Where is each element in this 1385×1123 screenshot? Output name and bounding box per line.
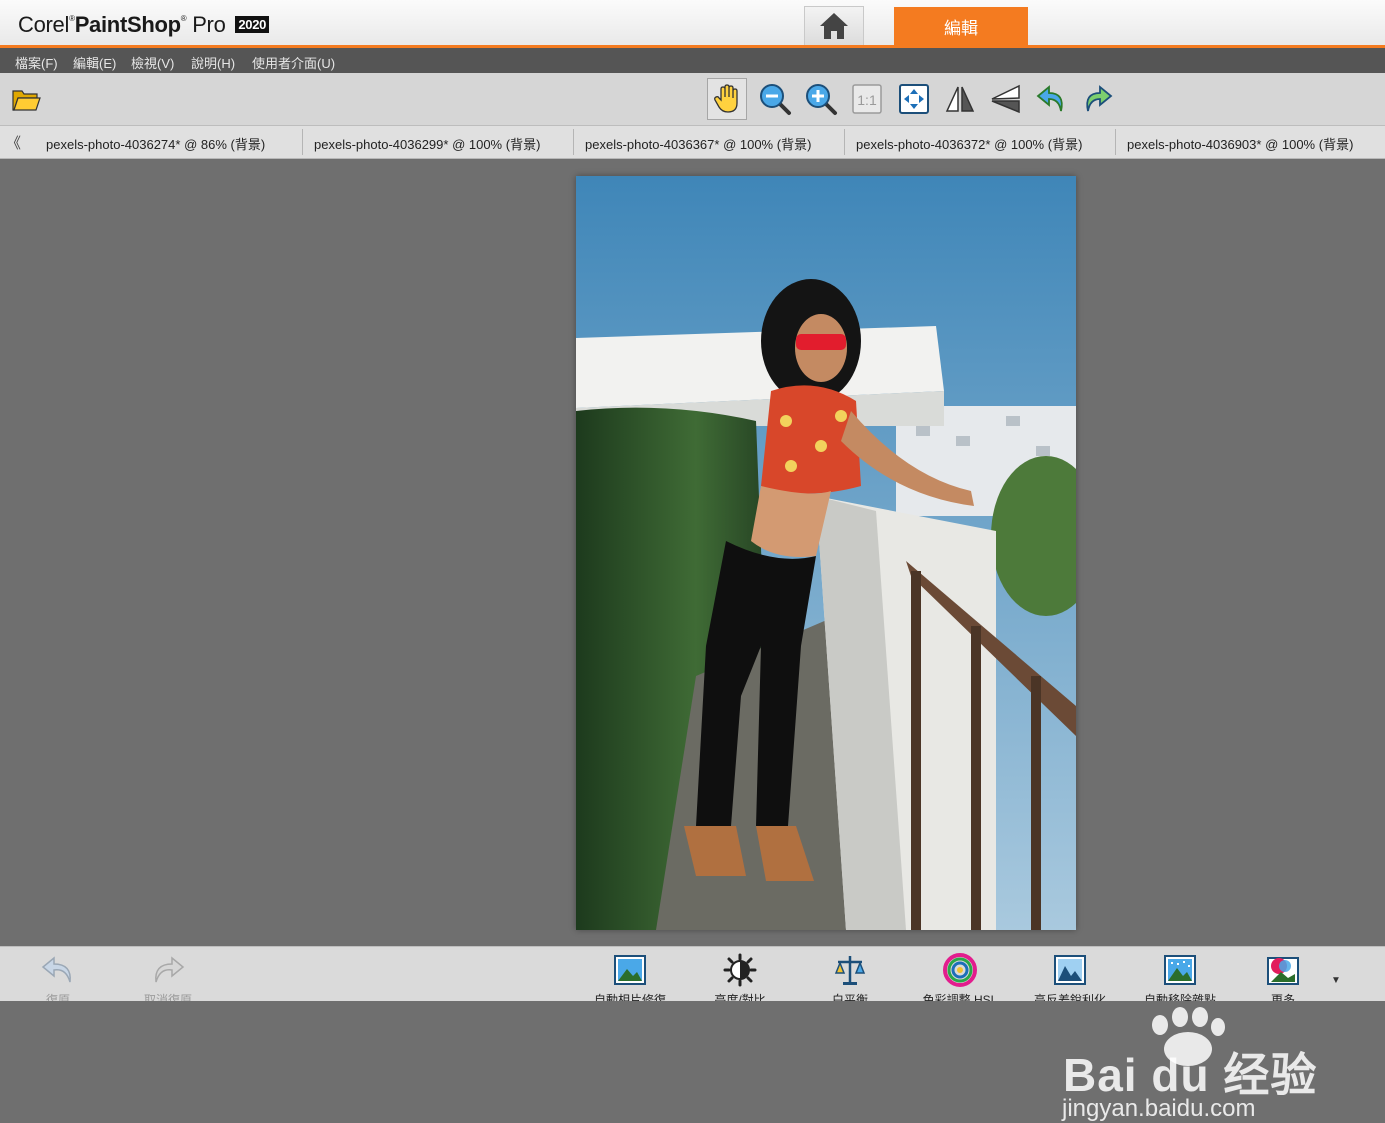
pan-tool-button[interactable] (707, 78, 747, 120)
flip-vertical-button[interactable] (986, 78, 1026, 120)
high-pass-sharpen-label: 高反差銳利化 (1033, 993, 1106, 1001)
hsl-button[interactable]: 色彩調整 HSL (910, 953, 1010, 1001)
actual-size-text: 1:1 (857, 92, 877, 108)
app-logo: Corel®PaintShop® Pro 2020 (18, 12, 270, 38)
high-pass-sharpen-button[interactable]: 高反差銳利化 (1020, 953, 1120, 1001)
tab-divider (1115, 129, 1116, 155)
document-tab-layer: (背景) (230, 137, 266, 152)
tab-scroll-left-icon[interactable]: 《 (6, 132, 21, 153)
undo-icon (41, 956, 71, 983)
document-tab-2[interactable]: pexels-photo-4036299* @ 100% (背景) (314, 134, 540, 153)
more-icon (1267, 957, 1299, 985)
document-tab-name: pexels-photo-4036274* (46, 137, 181, 152)
document-tab-name: pexels-photo-4036299* (314, 137, 449, 152)
noise-removal-icon (1164, 955, 1196, 985)
auto-photo-fix-button[interactable]: 自動相片修復 (580, 953, 680, 1001)
brightness-contrast-label: 亮度/對比 (714, 993, 766, 1001)
photo-canvas[interactable] (576, 176, 1076, 930)
menu-edit[interactable]: 編輯(E) (73, 53, 116, 72)
white-balance-icon (834, 956, 866, 985)
document-tab-zoom: @ 100% (994, 137, 1045, 152)
undo-button[interactable]: 復原 (8, 953, 108, 1001)
document-tab-layer: (背景) (1318, 137, 1354, 152)
document-tab-3[interactable]: pexels-photo-4036367* @ 100% (背景) (585, 134, 811, 153)
document-tab-zoom: @ 86% (184, 137, 227, 152)
logo-product: PaintShop (74, 12, 181, 37)
menu-bar: 檔案(F) 編輯(E) 檢視(V) 說明(H) 使用者介面(U) (0, 48, 1385, 73)
fit-to-window-icon (899, 84, 929, 114)
document-tab-zoom: @ 100% (1265, 137, 1316, 152)
photo-image (576, 176, 1076, 930)
flip-horizontal-icon (945, 86, 975, 112)
edit-tab[interactable]: 編輯 (894, 7, 1028, 45)
photo-fix-icon (614, 955, 646, 985)
logo-year: 2020 (235, 16, 270, 33)
zoom-in-icon (806, 84, 837, 115)
zoom-out-button[interactable] (755, 78, 795, 120)
rotate-right-icon (1086, 85, 1113, 112)
brightness-contrast-button[interactable]: 亮度/對比 (690, 953, 790, 1001)
title-bar: Corel®PaintShop® Pro 2020 編輯 (0, 0, 1385, 45)
home-tab[interactable] (804, 6, 864, 45)
watermark-url: jingyan.baidu.com (1062, 1095, 1256, 1122)
tab-divider (302, 129, 303, 155)
tab-divider (573, 129, 574, 155)
document-tab-zoom: @ 100% (452, 137, 503, 152)
flip-horizontal-button[interactable] (940, 78, 980, 120)
more-label: 更多 (1270, 993, 1295, 1001)
white-balance-label: 白平衡 (831, 993, 868, 1001)
adjust-bar: 復原 取消復原 自動相片修復 亮度/對比 白平衡 色彩調整 HSL 高反差銳利化… (0, 946, 1385, 1001)
undo-label: 復原 (45, 993, 70, 1001)
rotate-left-icon (1036, 85, 1063, 112)
rotate-left-button[interactable] (1032, 78, 1072, 120)
menu-user-interface[interactable]: 使用者介面(U) (252, 53, 335, 72)
document-tab-layer: (背景) (1047, 137, 1083, 152)
more-dropdown-arrow-icon[interactable]: ▼ (1331, 975, 1341, 986)
document-tab-name: pexels-photo-4036903* (1127, 137, 1262, 152)
zoom-in-button[interactable] (801, 78, 841, 120)
flip-vertical-icon (991, 84, 1020, 114)
image-workspace[interactable]: Bai du 经验 jingyan.baidu.com (0, 159, 1385, 1122)
document-tab-name: pexels-photo-4036372* (856, 137, 991, 152)
hsl-label: 色彩調整 HSL (922, 993, 998, 1001)
logo-pro: Pro (192, 12, 226, 37)
menu-help[interactable]: 說明(H) (191, 53, 235, 72)
rotate-right-button[interactable] (1077, 78, 1117, 120)
more-button[interactable]: 更多 (1233, 953, 1333, 1001)
auto-noise-removal-button[interactable]: 自動移除雜點 (1130, 953, 1230, 1001)
pan-hand-icon (714, 84, 738, 113)
document-tab-1[interactable]: pexels-photo-4036274* @ 86% (背景) (46, 134, 265, 153)
auto-noise-removal-label: 自動移除雜點 (1143, 993, 1216, 1001)
actual-size-button[interactable]: 1:1 (847, 78, 887, 120)
white-balance-button[interactable]: 白平衡 (800, 953, 900, 1001)
document-tabs: 《 pexels-photo-4036274* @ 86% (背景) pexel… (0, 126, 1385, 159)
sharpen-icon (1054, 955, 1086, 985)
zoom-out-icon (760, 84, 791, 115)
open-folder-icon (12, 90, 41, 111)
document-tab-layer: (背景) (776, 137, 812, 152)
toolbar: 1:1 (0, 73, 1385, 126)
home-icon (820, 13, 848, 39)
document-tab-5[interactable]: pexels-photo-4036903* @ 100% (背景) (1127, 134, 1353, 153)
redo-icon (155, 956, 185, 983)
document-tab-4[interactable]: pexels-photo-4036372* @ 100% (背景) (856, 134, 1082, 153)
document-tab-zoom: @ 100% (723, 137, 774, 152)
brightness-icon (723, 953, 757, 987)
document-tab-name: pexels-photo-4036367* (585, 137, 720, 152)
logo-brand: Corel (18, 12, 70, 37)
actual-size-icon: 1:1 (852, 84, 882, 114)
redo-button[interactable]: 取消復原 (118, 953, 218, 1001)
menu-file[interactable]: 檔案(F) (15, 53, 58, 72)
fit-window-button[interactable] (894, 78, 934, 120)
redo-label: 取消復原 (143, 993, 192, 1001)
tab-divider (844, 129, 845, 155)
auto-photo-fix-label: 自動相片修復 (593, 993, 666, 1001)
hsl-icon (943, 953, 977, 987)
document-tab-layer: (背景) (505, 137, 541, 152)
open-button[interactable] (6, 78, 46, 120)
menu-view[interactable]: 檢視(V) (131, 53, 174, 72)
